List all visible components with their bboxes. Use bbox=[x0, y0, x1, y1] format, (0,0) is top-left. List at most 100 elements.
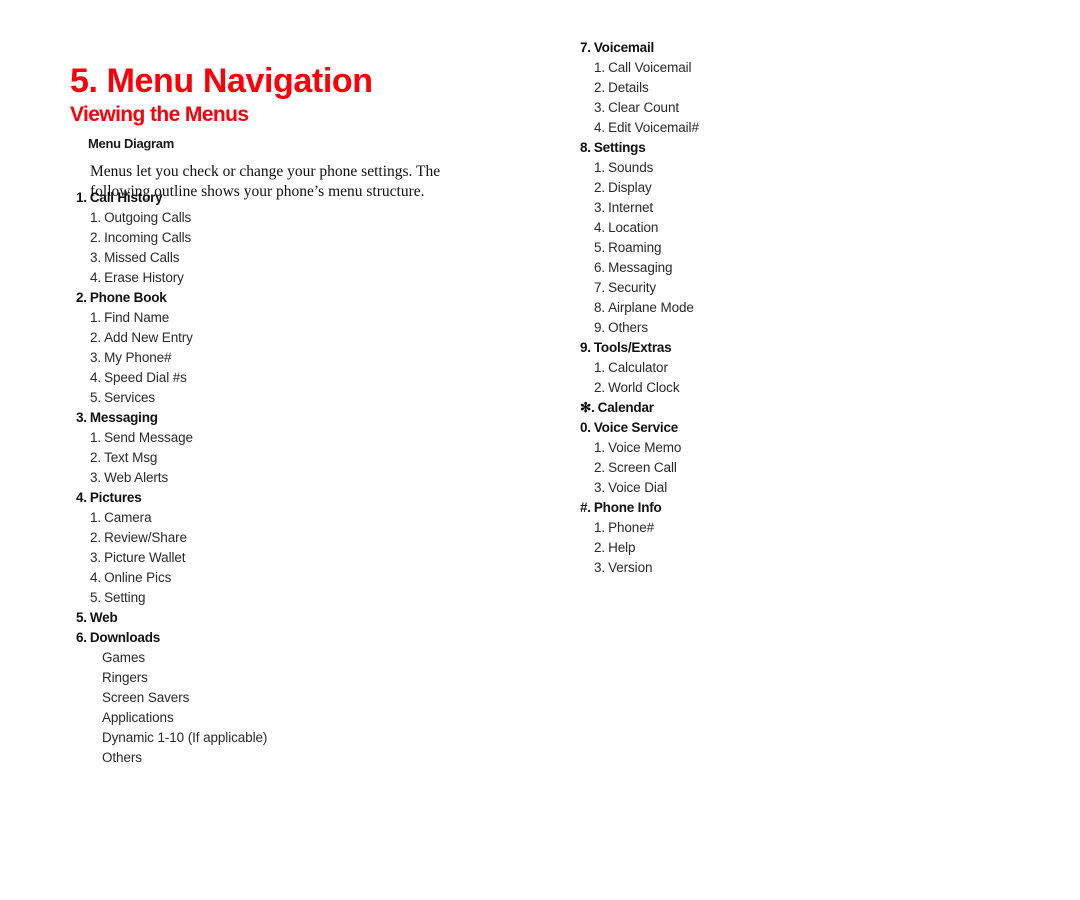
menu-item-marker: 1. bbox=[90, 510, 102, 525]
menu-item-level-2: 1. Find Name bbox=[76, 308, 546, 328]
menu-item-label: Review/Share bbox=[104, 530, 187, 545]
menu-item-label: Display bbox=[608, 180, 652, 195]
menu-outline-left-column: 1. Call History 1. Outgoing Calls 2. Incoming… bbox=[76, 188, 546, 768]
menu-item-label: Calendar bbox=[597, 400, 654, 415]
menu-item-level-2: 2. Incoming Calls bbox=[76, 228, 546, 248]
menu-item-level-2: 4. Speed Dial #s bbox=[76, 368, 546, 388]
menu-item-marker: 3. bbox=[90, 470, 102, 485]
menu-item-level-2: Screen Savers bbox=[76, 688, 546, 708]
menu-item-level-2: 3. Picture Wallet bbox=[76, 548, 546, 568]
menu-item-label: Dynamic 1-10 (If applicable) bbox=[102, 730, 268, 745]
menu-item-level-2: Dynamic 1-10 (If applicable) bbox=[76, 728, 546, 748]
menu-item-label: Find Name bbox=[104, 310, 170, 325]
menu-item-marker: 3. bbox=[594, 480, 606, 495]
menu-item-marker: 8. bbox=[594, 300, 606, 315]
menu-item-level-1: #. Phone Info bbox=[580, 498, 1040, 518]
menu-item-level-1: 7. Voicemail bbox=[580, 38, 1040, 58]
menu-item-label: World Clock bbox=[608, 380, 680, 395]
menu-item-level-2: 2. Review/Share bbox=[76, 528, 546, 548]
menu-item-label: Pictures bbox=[89, 490, 142, 505]
menu-item-label: Airplane Mode bbox=[608, 300, 694, 315]
menu-item-level-1: 3. Messaging bbox=[76, 408, 546, 428]
menu-item-label: Downloads bbox=[89, 630, 161, 645]
menu-item-label: Ringers bbox=[102, 670, 148, 685]
menu-item-marker: 1. bbox=[594, 520, 606, 535]
menu-item-label: Screen Savers bbox=[102, 690, 190, 705]
menu-item-marker: 4. bbox=[594, 120, 606, 135]
menu-item-label: Outgoing Calls bbox=[104, 210, 192, 225]
menu-item-marker: 2. bbox=[594, 80, 606, 95]
menu-item-level-2: 1. Phone# bbox=[580, 518, 1040, 538]
menu-item-marker: 4. bbox=[594, 220, 606, 235]
menu-item-level-2: 6. Messaging bbox=[580, 258, 1040, 278]
menu-item-marker: 3. bbox=[90, 250, 102, 265]
menu-item-level-2: 5. Setting bbox=[76, 588, 546, 608]
menu-item-label: Online Pics bbox=[104, 570, 172, 585]
menu-item-level-1: 5. Web bbox=[76, 608, 546, 628]
menu-item-label: Roaming bbox=[608, 240, 662, 255]
menu-item-label: Phone Book bbox=[89, 290, 167, 305]
menu-item-level-2: 2. Display bbox=[580, 178, 1040, 198]
menu-item-marker: 4. bbox=[76, 490, 87, 505]
menu-item-label: Security bbox=[608, 280, 657, 295]
menu-item-level-1: 1. Call History bbox=[76, 188, 546, 208]
menu-item-level-2: Games bbox=[76, 648, 546, 668]
menu-item-label: Edit Voicemail# bbox=[608, 120, 699, 135]
menu-item-level-2: 2. Screen Call bbox=[580, 458, 1040, 478]
menu-item-label: Applications bbox=[102, 710, 174, 725]
menu-item-level-1: 9. Tools/Extras bbox=[580, 338, 1040, 358]
menu-item-marker: 1. bbox=[90, 310, 102, 325]
menu-item-label: Messaging bbox=[608, 260, 673, 275]
menu-item-label: Missed Calls bbox=[104, 250, 180, 265]
menu-item-level-1: ✻. Calendar bbox=[580, 398, 1040, 418]
menu-item-label: Setting bbox=[104, 590, 146, 605]
menu-item-marker: 8. bbox=[580, 140, 591, 155]
menu-item-marker: 1. bbox=[90, 430, 102, 445]
menu-item-marker: 6. bbox=[594, 260, 606, 275]
menu-item-marker: 9. bbox=[594, 320, 606, 335]
menu-item-label: Location bbox=[608, 220, 659, 235]
menu-item-level-2: 2. Help bbox=[580, 538, 1040, 558]
menu-item-marker: 3. bbox=[594, 200, 606, 215]
menu-item-marker: 1. bbox=[594, 160, 606, 175]
menu-item-marker: 2. bbox=[90, 230, 102, 245]
menu-item-marker: 2. bbox=[90, 450, 102, 465]
menu-item-level-2: 3. Web Alerts bbox=[76, 468, 546, 488]
menu-item-marker: 5. bbox=[90, 390, 102, 405]
menu-item-level-2: 7. Security bbox=[580, 278, 1040, 298]
menu-item-level-2: 4. Location bbox=[580, 218, 1040, 238]
menu-item-marker: 1. bbox=[594, 440, 606, 455]
menu-item-level-2: 2. Add New Entry bbox=[76, 328, 546, 348]
menu-item-marker: 7. bbox=[580, 40, 591, 55]
menu-item-level-2: 2. Text Msg bbox=[76, 448, 546, 468]
menu-item-marker: 3. bbox=[90, 550, 102, 565]
menu-item-label: Version bbox=[608, 560, 653, 575]
menu-item-level-2: 4. Online Pics bbox=[76, 568, 546, 588]
menu-item-level-2: 3. Voice Dial bbox=[580, 478, 1040, 498]
menu-item-level-2: 3. Clear Count bbox=[580, 98, 1040, 118]
menu-item-level-2: 2. Details bbox=[580, 78, 1040, 98]
menu-item-level-2: 2. World Clock bbox=[580, 378, 1040, 398]
menu-item-label: Sounds bbox=[608, 160, 654, 175]
menu-item-label: Camera bbox=[104, 510, 152, 525]
menu-item-marker: 1. bbox=[90, 210, 102, 225]
menu-item-label: Web Alerts bbox=[104, 470, 169, 485]
menu-item-level-2: 1. Calculator bbox=[580, 358, 1040, 378]
menu-item-label: Phone Info bbox=[593, 500, 662, 515]
menu-item-marker: 7. bbox=[594, 280, 606, 295]
menu-item-label: Call History bbox=[89, 190, 163, 205]
menu-item-label: Clear Count bbox=[608, 100, 679, 115]
menu-item-level-2: 1. Call Voicemail bbox=[580, 58, 1040, 78]
menu-item-label: Games bbox=[102, 650, 146, 665]
menu-item-label: Incoming Calls bbox=[104, 230, 192, 245]
menu-item-label: Voice Dial bbox=[608, 480, 668, 495]
menu-item-label: Send Message bbox=[104, 430, 193, 445]
menu-item-marker: 2. bbox=[594, 540, 606, 555]
menu-item-marker: 2. bbox=[594, 180, 606, 195]
menu-item-marker: #. bbox=[580, 500, 591, 515]
menu-item-label: Services bbox=[104, 390, 156, 405]
menu-item-level-1: 4. Pictures bbox=[76, 488, 546, 508]
menu-item-label: Voice Memo bbox=[608, 440, 682, 455]
menu-item-level-2: 1. Camera bbox=[76, 508, 546, 528]
menu-item-marker: 9. bbox=[580, 340, 591, 355]
